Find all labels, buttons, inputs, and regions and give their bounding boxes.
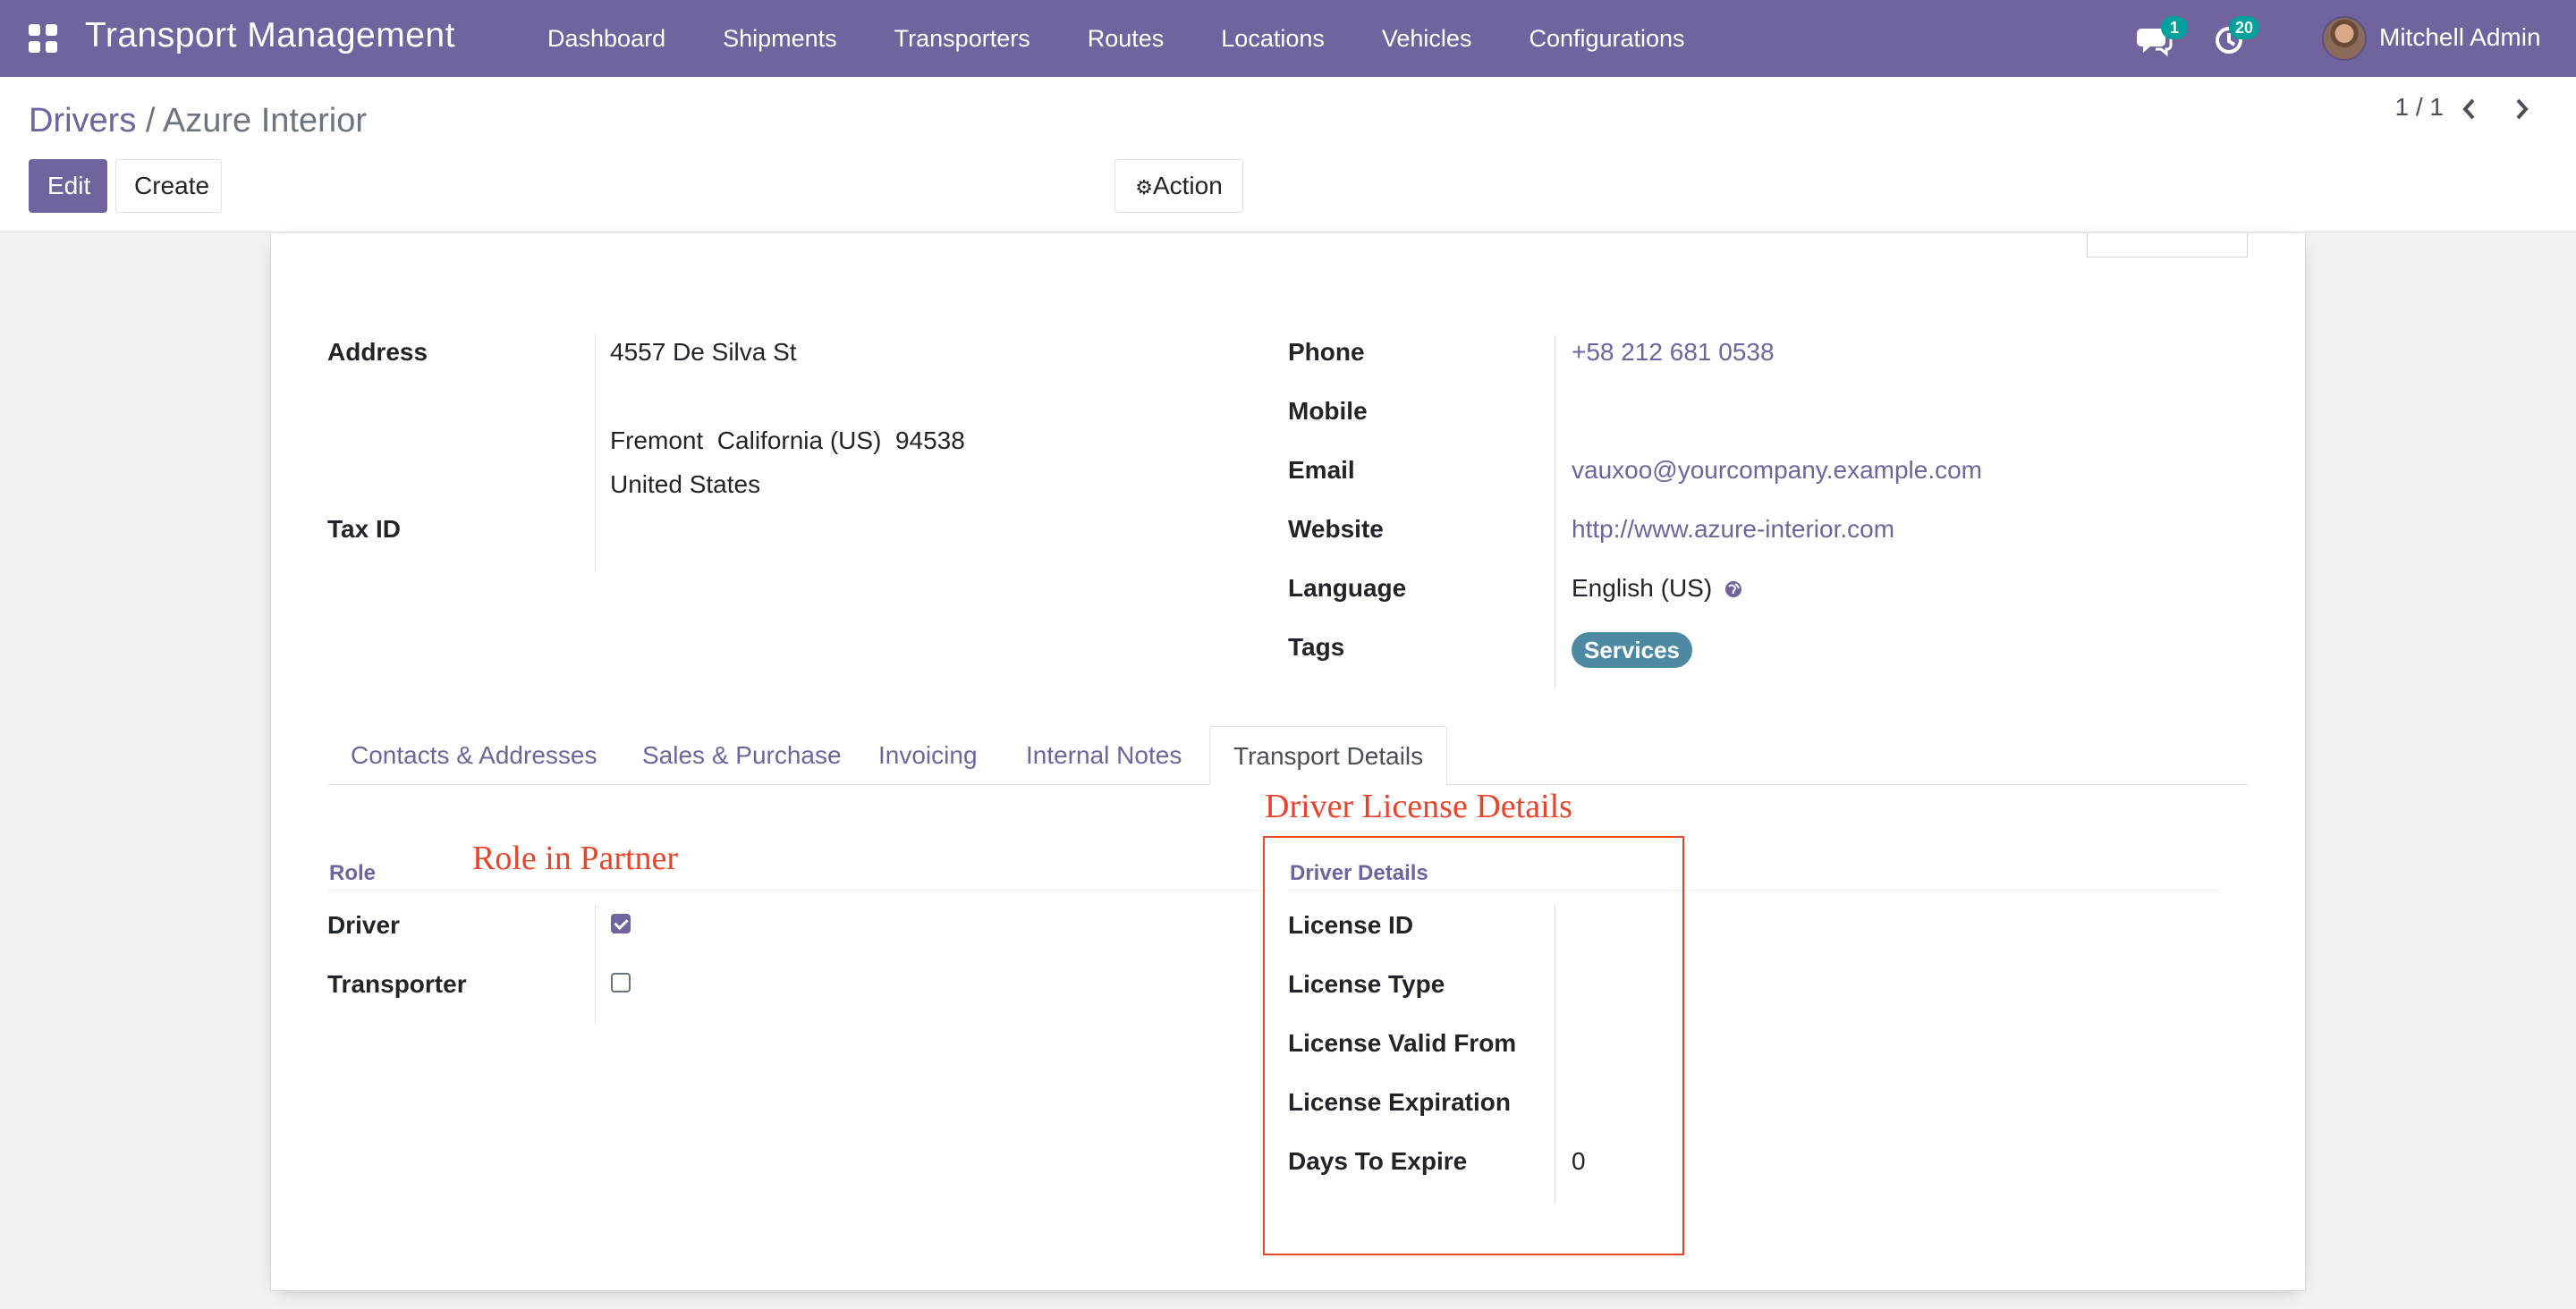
action-button[interactable]: ⚙Action: [1114, 159, 1243, 213]
phone-value[interactable]: +58 212 681 0538: [1572, 338, 1775, 367]
email-value[interactable]: vauxoo@yourcompany.example.com: [1572, 456, 1982, 485]
language-label: Language: [1288, 574, 1407, 602]
transporter-checkbox[interactable]: [611, 973, 631, 992]
menu-item-vehicles[interactable]: Vehicles: [1353, 0, 1501, 77]
menu-item-configurations[interactable]: Configurations: [1500, 0, 1713, 77]
menu-item-dashboard[interactable]: Dashboard: [519, 0, 694, 77]
activities-badge: 20: [2229, 16, 2260, 39]
mobile-label: Mobile: [1288, 397, 1368, 425]
top-navbar: Transport Management Dashboard Shipments…: [0, 0, 2576, 77]
breadcrumb-separator: /: [136, 102, 163, 139]
country-value: United States: [610, 470, 761, 498]
gear-icon: ⚙: [1135, 176, 1153, 198]
language-value: English (US): [1572, 574, 1713, 602]
highlight-box: [1263, 836, 1684, 1255]
messages-badge: 1: [2161, 16, 2188, 39]
address-divider: [595, 335, 596, 571]
apps-grid-icon[interactable]: [29, 24, 57, 53]
pager-next-icon[interactable]: [2508, 93, 2535, 125]
menu-item-shipments[interactable]: Shipments: [694, 0, 866, 77]
city-line-value: Fremont California (US) 94538: [610, 426, 965, 454]
address-label: Address: [327, 338, 428, 366]
user-avatar[interactable]: [2322, 16, 2367, 61]
menu-item-transporters[interactable]: Transporters: [866, 0, 1059, 77]
breadcrumb-current: Azure Interior: [162, 102, 367, 139]
edit-button[interactable]: Edit: [29, 159, 107, 213]
tax-id-label: Tax ID: [327, 515, 401, 543]
tag-services[interactable]: Services: [1572, 632, 1692, 668]
tab-contacts-addresses[interactable]: Contacts & Addresses: [327, 726, 620, 785]
license-annotation: Driver License Details: [1265, 788, 1572, 825]
tab-internal-notes[interactable]: Internal Notes: [1003, 726, 1205, 785]
breadcrumb: Drivers / Azure Interior: [29, 102, 367, 140]
menu-item-locations[interactable]: Locations: [1192, 0, 1353, 77]
phone-label: Phone: [1288, 338, 1365, 366]
create-button[interactable]: Create: [115, 159, 222, 213]
role-annotation: Role in Partner: [472, 840, 679, 877]
globe-icon[interactable]: [1724, 579, 1743, 599]
website-label: Website: [1288, 515, 1384, 543]
menu-item-routes[interactable]: Routes: [1059, 0, 1193, 77]
app-title[interactable]: Transport Management: [85, 16, 455, 55]
role-divider: [595, 905, 596, 1025]
role-group-title: Role: [329, 861, 377, 885]
tab-transport-details[interactable]: Transport Details: [1209, 726, 1448, 785]
pager-value[interactable]: 1 / 1: [2395, 93, 2444, 122]
action-label: Action: [1152, 172, 1223, 199]
email-label: Email: [1288, 456, 1355, 484]
role-group-line: [327, 890, 1267, 891]
breadcrumb-drivers[interactable]: Drivers: [29, 102, 136, 139]
transporter-label: Transporter: [327, 970, 467, 998]
user-name[interactable]: Mitchell Admin: [2379, 23, 2541, 52]
street-value: 4557 De Silva St: [610, 338, 797, 366]
main-menu: Dashboard Shipments Transporters Routes …: [519, 0, 1714, 77]
pager-previous-icon[interactable]: [2456, 93, 2483, 125]
smart-button-stub[interactable]: [2087, 233, 2248, 258]
driver-checkbox[interactable]: [611, 914, 631, 933]
driver-label: Driver: [327, 911, 400, 939]
tab-sales-purchase[interactable]: Sales & Purchase: [619, 726, 865, 785]
tab-invoicing[interactable]: Invoicing: [855, 726, 1001, 785]
control-panel: Drivers / Azure Interior: [0, 77, 2576, 232]
tags-label: Tags: [1288, 633, 1345, 661]
website-value[interactable]: http://www.azure-interior.com: [1572, 515, 1894, 544]
